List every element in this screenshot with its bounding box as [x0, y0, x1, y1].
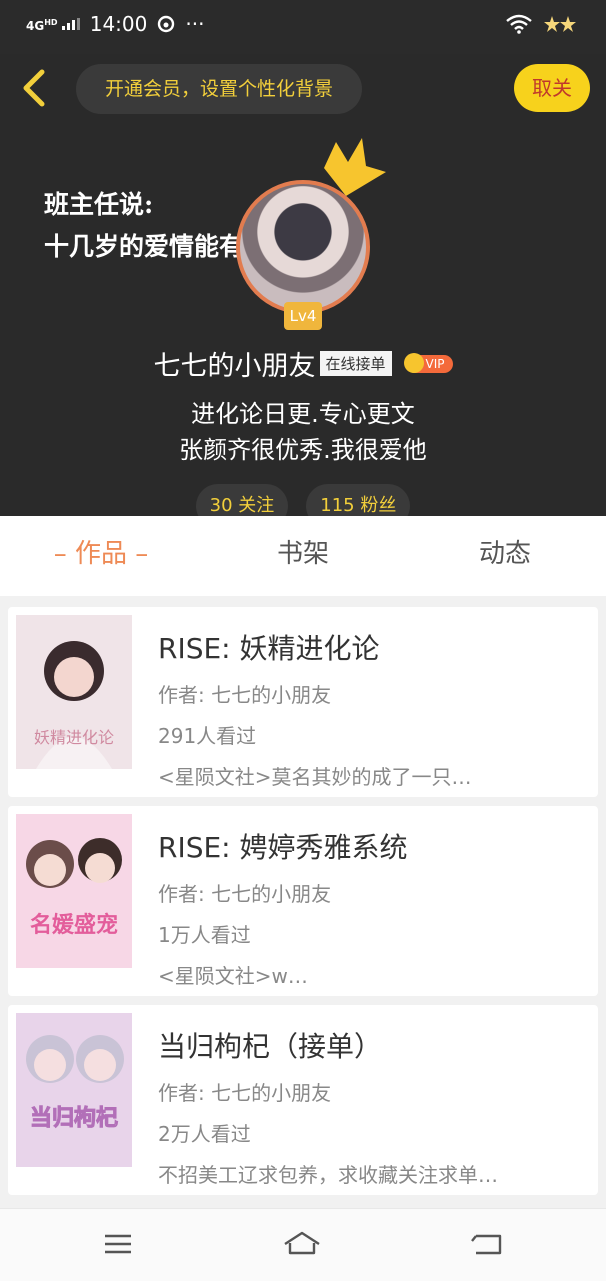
status-tag: 在线接单 — [319, 351, 392, 376]
book-card[interactable]: 妖精进化论 RISE: 妖精进化论 作者: 七七的小朋友 291人看过 <星陨文… — [8, 607, 598, 797]
tab-works[interactable]: – 作品 – — [0, 516, 202, 596]
book-card[interactable]: 名媛盛宠 RISE: 娉婷秀雅系统 作者: 七七的小朋友 1万人看过 <星陨文社… — [8, 806, 598, 996]
cover-title: 名媛盛宠 — [30, 912, 118, 938]
tab-bookshelf[interactable]: 书架 — [202, 516, 404, 596]
book-author: 作者: 七七的小朋友 — [158, 1081, 332, 1105]
book-cover[interactable]: 当归枸杞 — [16, 1013, 132, 1167]
cover-title: 当归枸杞 — [30, 1105, 118, 1131]
back-icon[interactable] — [468, 1227, 508, 1261]
nickname: 七七的小朋友 — [153, 351, 316, 382]
following-count[interactable]: 30 关注 — [195, 484, 289, 516]
notification-icon — [158, 15, 175, 33]
book-title[interactable]: RISE: 妖精进化论 — [158, 627, 588, 667]
book-author: 作者: 七七的小朋友 — [158, 683, 332, 707]
network-indicator: 4GHD — [26, 17, 80, 32]
network-sup: HD — [44, 17, 58, 27]
stats-row: 30 关注 115 粉丝 — [0, 484, 606, 516]
signal-icon — [61, 17, 80, 30]
book-author: 作者: 七七的小朋友 — [158, 882, 332, 906]
followers-count[interactable]: 115 粉丝 — [306, 484, 411, 516]
profile-tabs: – 作品 – 书架 动态 — [0, 516, 606, 596]
bio-line: 进化论日更.专心更文 — [191, 400, 415, 428]
status-bar: 4GHD 14:00 ··· — [0, 0, 606, 54]
avatar[interactable] — [236, 180, 370, 314]
bio: 进化论日更.专心更文 张颜齐很优秀.我很爱他 — [0, 396, 606, 468]
tab-activity[interactable]: 动态 — [404, 516, 606, 596]
cover-title: 妖精进化论 — [34, 728, 114, 747]
home-icon[interactable] — [282, 1227, 322, 1261]
book-views: 1万人看过 — [158, 923, 251, 947]
book-description: 不招美工辽求包养，求收藏关注求单… — [158, 1163, 498, 1187]
book-views: 291人看过 — [158, 724, 257, 748]
more-notifications: ··· — [185, 12, 205, 36]
book-cover[interactable]: 名媛盛宠 — [16, 814, 132, 968]
book-title[interactable]: 当归枸杞（接单） — [158, 1025, 588, 1065]
clock: 14:00 — [89, 12, 148, 36]
nickname-row: 七七的小朋友 在线接单 VIP — [0, 344, 606, 383]
level-badge: Lv4 — [284, 302, 322, 330]
network-label: 4G — [26, 18, 45, 33]
book-card[interactable]: 当归枸杞 当归枸杞（接单） 作者: 七七的小朋友 2万人看过 不招美工辽求包养，… — [8, 1005, 598, 1195]
profile-header: 开通会员，设置个性化背景 取关 班主任说: 十几岁的爱情能有多 Lv4 七七的小… — [0, 54, 606, 516]
menu-icon[interactable] — [98, 1227, 138, 1261]
book-title[interactable]: RISE: 娉婷秀雅系统 — [158, 826, 588, 866]
bio-line: 张颜齐很优秀.我很爱他 — [179, 436, 427, 464]
vip-badge: VIP — [403, 352, 453, 373]
system-nav-bar — [0, 1208, 606, 1281]
back-arrow-icon[interactable] — [18, 68, 48, 108]
book-description: <星陨文社>w… — [158, 964, 308, 988]
vip-background-button[interactable]: 开通会员，设置个性化背景 — [76, 64, 362, 114]
book-views: 2万人看过 — [158, 1122, 251, 1146]
book-cover[interactable]: 妖精进化论 — [16, 615, 132, 769]
wifi-icon — [506, 14, 532, 34]
unfollow-button[interactable]: 取关 — [514, 64, 590, 112]
book-description: <星陨文社>莫名其妙的成了一只… — [158, 765, 472, 789]
battery-icon — [544, 16, 576, 32]
